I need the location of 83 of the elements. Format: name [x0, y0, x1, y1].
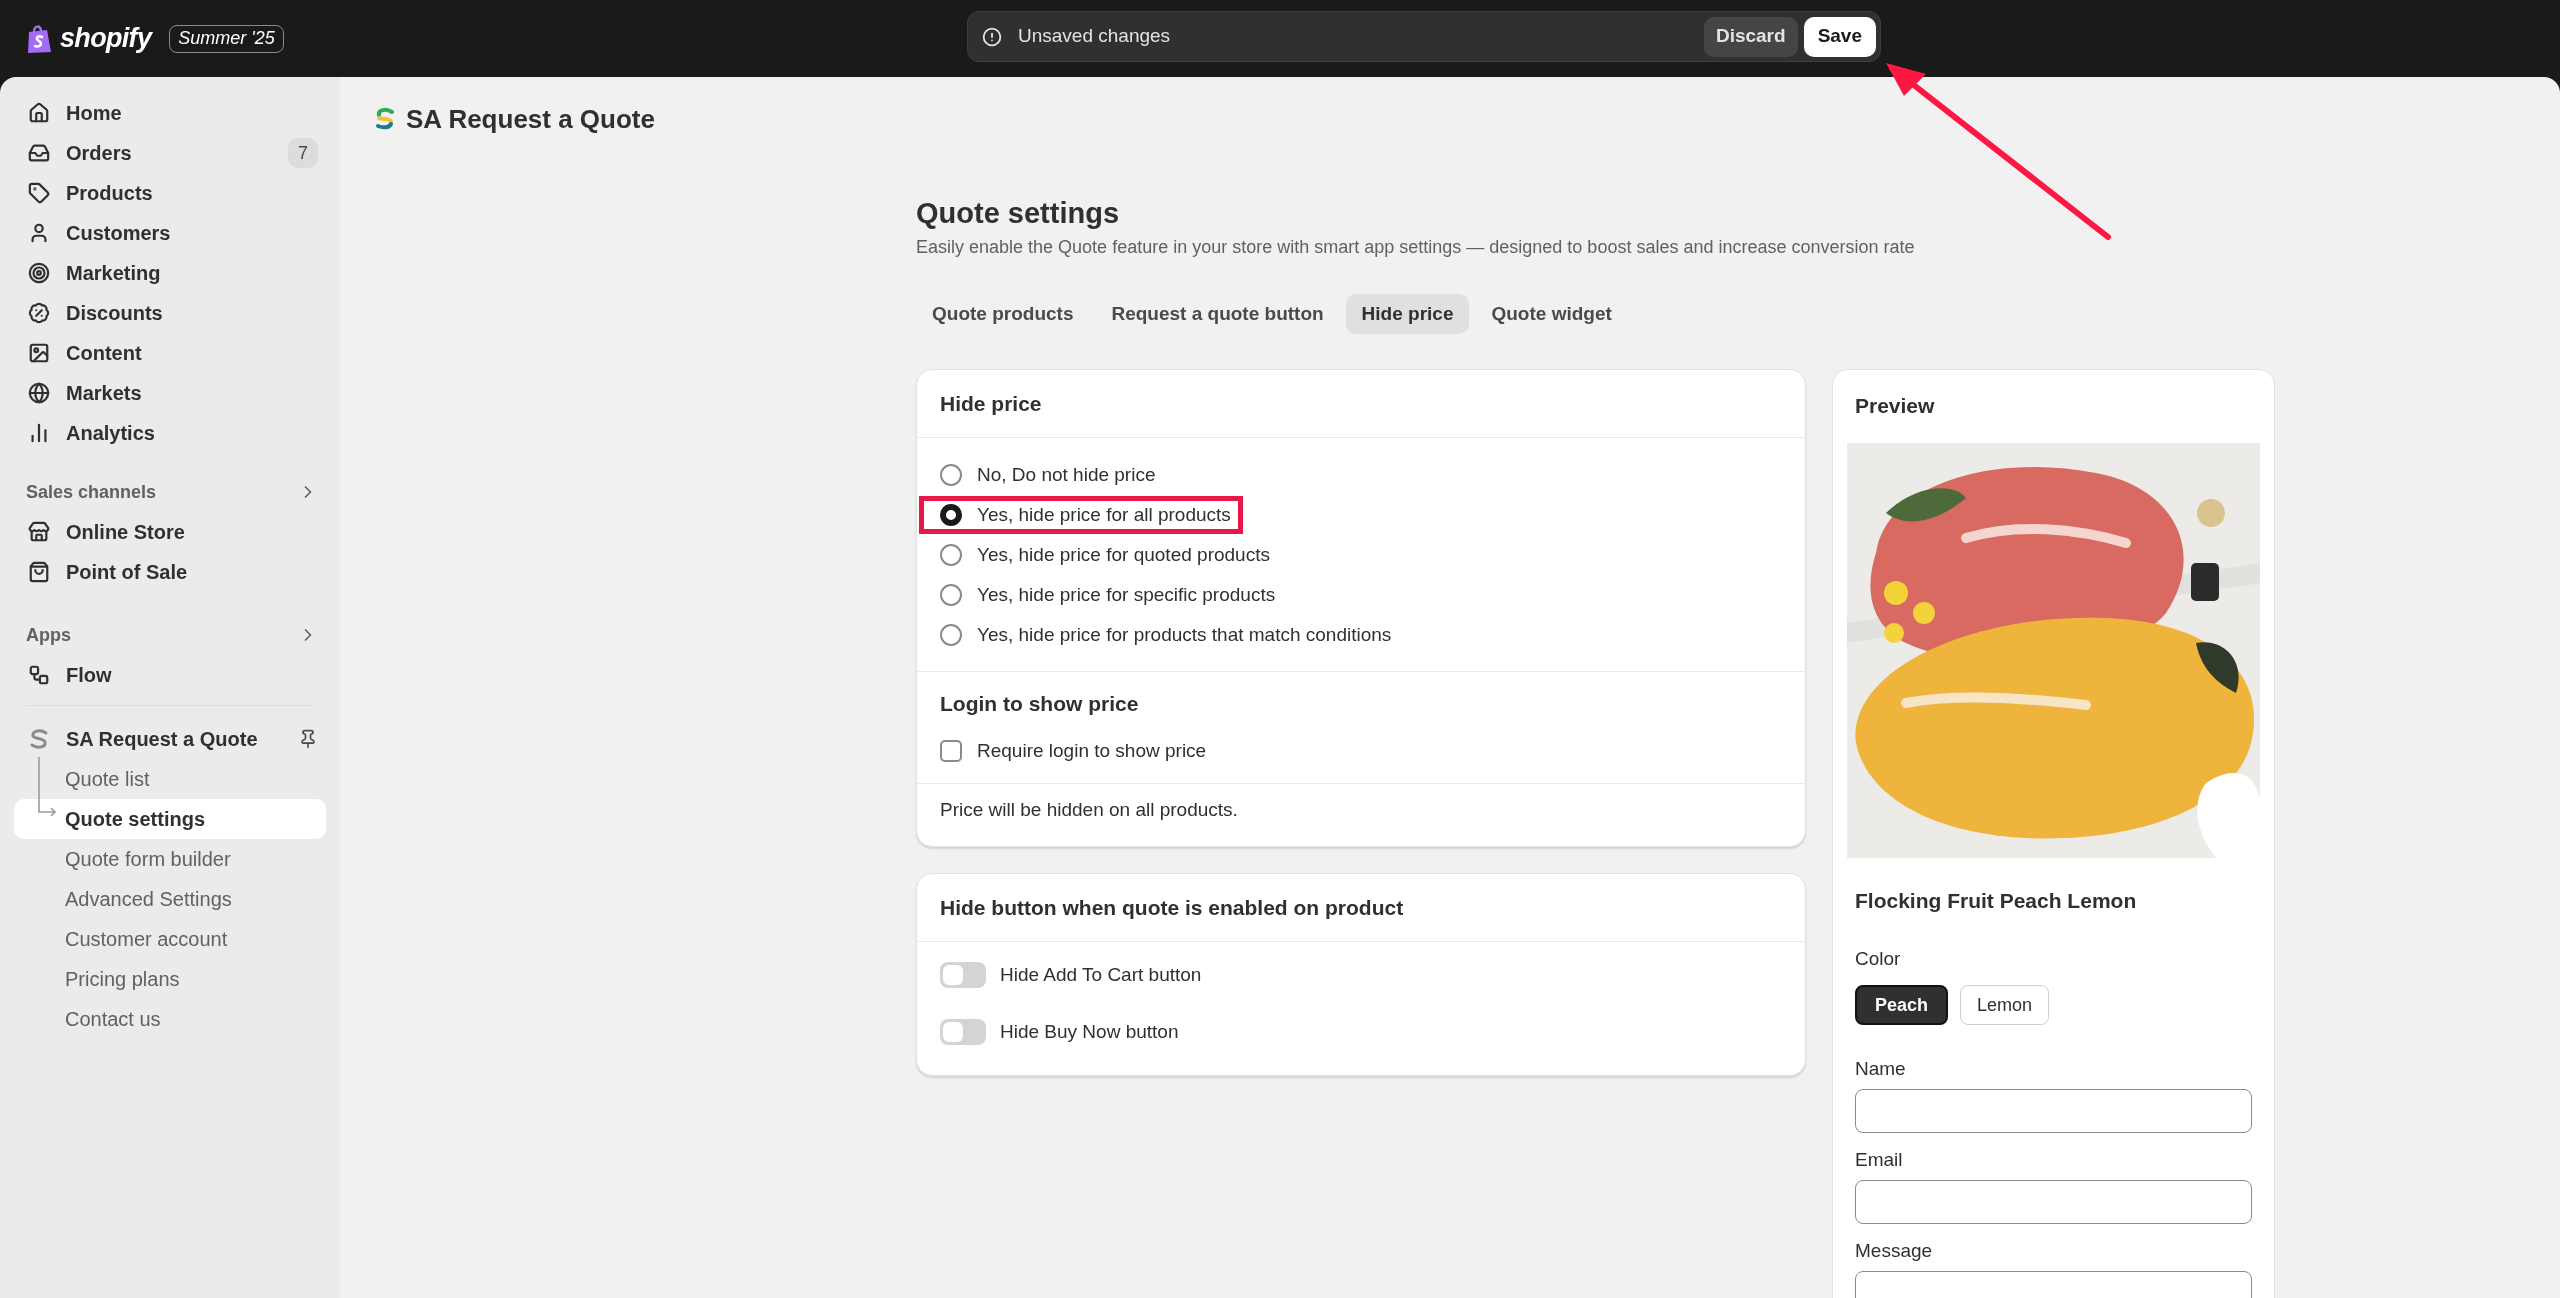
toggle-label: Hide Add To Cart button [1000, 962, 1202, 987]
field-label: Message [1855, 1238, 1934, 1263]
bag-icon [28, 561, 50, 583]
nav-item[interactable]: Customers [66, 218, 171, 248]
app-nav-item[interactable]: Customer account [14, 919, 326, 959]
field-label: Name [1855, 1056, 1907, 1081]
card-title: Hide price [940, 390, 1042, 417]
bar-chart-icon [28, 422, 50, 444]
tab[interactable]: Quote products [916, 294, 1090, 334]
nav-item[interactable]: Flow [66, 660, 112, 690]
count-badge: 7 [288, 138, 318, 168]
radio-label: Yes, hide price for all products [977, 502, 1231, 527]
info-note: Price will be hidden on all products. [940, 797, 1239, 822]
brand-name: shopify [60, 22, 152, 56]
nav-item[interactable]: Orders [66, 138, 132, 168]
app-nav-item[interactable]: Quote list [14, 759, 326, 799]
app-nav-item[interactable]: Pricing plans [14, 959, 326, 999]
app-nav-item[interactable]: Quote form builder [14, 839, 326, 879]
save-button[interactable]: Save [1803, 16, 1876, 57]
house-icon [28, 102, 50, 124]
tab[interactable]: Hide price [1345, 294, 1470, 334]
input-field[interactable] [1855, 1180, 2252, 1224]
globe-icon [28, 382, 50, 404]
image-icon [28, 342, 50, 364]
alert-icon [982, 26, 1002, 47]
store-icon [28, 521, 50, 543]
app-nav-item[interactable]: Contact us [14, 999, 326, 1039]
field-label: Email [1855, 1147, 1904, 1172]
page-title: SA Request a Quote [406, 102, 655, 136]
nav-item[interactable]: Marketing [66, 258, 161, 288]
nav-item[interactable]: Markets [66, 378, 142, 408]
tab[interactable]: Quote widget [1475, 294, 1628, 334]
nav-item[interactable]: Content [66, 338, 142, 368]
toggle-switch[interactable] [940, 962, 986, 988]
inbox-icon [28, 142, 50, 164]
field-label: Color [1855, 946, 1902, 971]
radio-label: Yes, hide price for specific products [977, 582, 1276, 607]
target-icon [28, 262, 50, 284]
section-title: Quote settings [916, 196, 1120, 232]
tab[interactable]: Request a quote button [1095, 294, 1340, 334]
radio-button[interactable] [940, 544, 962, 566]
card-title: Preview [1854, 393, 1936, 420]
radio-button[interactable] [940, 464, 962, 486]
discard-button[interactable]: Discard [1703, 16, 1798, 57]
radio-label: No, Do not hide price [977, 462, 1156, 487]
product-name: Flocking Fruit Peach Lemon [1855, 888, 2138, 915]
nav-item[interactable]: Products [66, 178, 153, 208]
percent-badge-icon [28, 302, 50, 324]
section-heading: Sales channels [26, 480, 157, 504]
radio-button[interactable] [940, 504, 962, 526]
workflow-icon [28, 664, 50, 686]
toggle-label: Hide Buy Now button [1000, 1019, 1179, 1044]
app-nav-item[interactable]: Advanced Settings [14, 879, 326, 919]
pin-icon[interactable] [298, 729, 318, 749]
radio-button[interactable] [940, 624, 962, 646]
app-nav-item[interactable]: Quote settings [14, 799, 326, 839]
radio-label: Yes, hide price for products that match conditions [977, 622, 1392, 647]
app-logo-icon [28, 728, 50, 750]
app-name[interactable]: SA Request a Quote [66, 724, 258, 754]
nav-item[interactable]: Discounts [66, 298, 163, 328]
nav-item[interactable]: Online Store [66, 517, 185, 547]
tag-icon [28, 182, 50, 204]
nav-item[interactable]: Analytics [66, 418, 155, 448]
card-title: Hide button when quote is enabled on product [940, 894, 1404, 921]
person-icon [28, 222, 50, 244]
tree-connector-icon [38, 757, 58, 819]
radio-label: Yes, hide price for quoted products [977, 542, 1270, 567]
color-option[interactable]: Peach [1855, 985, 1949, 1025]
app-logo-icon [374, 107, 396, 131]
color-option[interactable]: Lemon [1960, 985, 2050, 1025]
unsaved-message: Unsaved changes [1018, 24, 1171, 49]
checkbox-label: Require login to show price [977, 738, 1207, 763]
section-heading: Apps [26, 623, 71, 647]
input-field[interactable] [1855, 1089, 2252, 1133]
checkbox[interactable] [940, 740, 962, 762]
radio-button[interactable] [940, 584, 962, 606]
nav-item[interactable]: Home [66, 98, 122, 128]
toggle-switch[interactable] [940, 1019, 986, 1045]
section-subtitle: Easily enable the Quote feature in your store with smart app settings — designed to boost sales and increase conversion rate [916, 235, 1916, 259]
subsection-title: Login to show price [940, 690, 1140, 717]
edition-label: Summer '25 [169, 24, 284, 53]
shopping-bag-logo-icon [26, 23, 52, 54]
nav-item[interactable]: Point of Sale [66, 557, 188, 587]
